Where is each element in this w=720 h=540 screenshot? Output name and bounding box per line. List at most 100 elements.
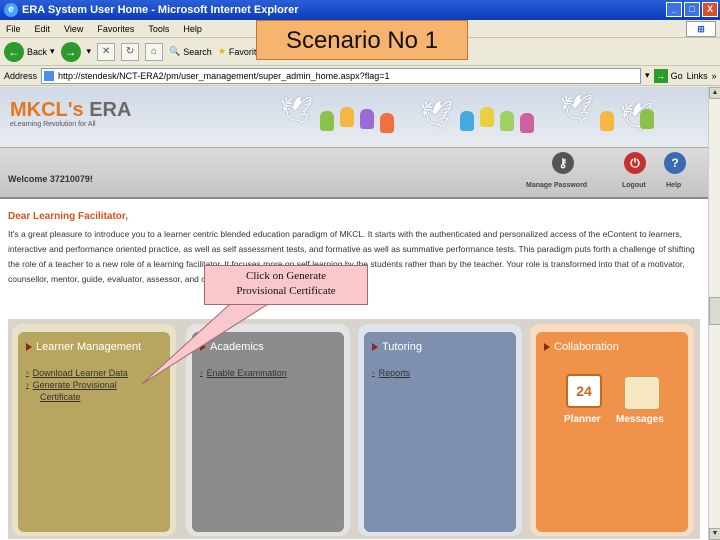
scenario-label: Scenario No 1 xyxy=(256,20,468,60)
chevron-down-icon[interactable]: ▾ xyxy=(50,46,55,57)
hand-graphic xyxy=(640,109,654,129)
minimize-button[interactable]: _ xyxy=(666,2,682,17)
home-icon[interactable]: ⌂ xyxy=(145,42,164,61)
chevron-right-icon: › xyxy=(200,368,203,377)
close-button[interactable]: X xyxy=(702,2,718,17)
generate-link-text: Generate Provisional xyxy=(32,380,117,390)
planner-link[interactable]: Planner xyxy=(564,414,601,425)
address-label: Address xyxy=(4,70,38,81)
windows-flag-icon: ⊞ xyxy=(686,21,716,37)
callout-line1: Click on Generate xyxy=(245,270,327,282)
instruction-callout: Click on Generate Provisional Certificat… xyxy=(204,265,368,305)
menu-tools[interactable]: Tools xyxy=(148,24,169,34)
menu-help[interactable]: Help xyxy=(183,24,202,34)
chevron-down-icon[interactable]: ▾ xyxy=(87,46,92,57)
greeting-heading: Dear Learning Facilitator, xyxy=(8,211,129,222)
hand-graphic xyxy=(460,111,474,131)
search-label: Search xyxy=(183,46,212,57)
tutoring-panel-title: Tutoring xyxy=(372,341,422,353)
scroll-thumb[interactable] xyxy=(709,297,720,325)
back-arrow-icon: ← xyxy=(4,41,24,62)
hand-graphic xyxy=(340,107,354,127)
address-url: http://stendesk/NCT-ERA2/pm/user_managem… xyxy=(58,70,390,81)
hand-graphic xyxy=(500,111,514,131)
reports-link[interactable]: › Reports xyxy=(372,368,410,378)
menu-file[interactable]: File xyxy=(6,24,21,34)
calendar-icon[interactable]: 24 xyxy=(566,374,602,408)
hand-graphic xyxy=(520,113,534,133)
collaboration-panel: Collaboration 24 Planner Messages xyxy=(530,324,694,536)
browser-window: e ERA System User Home - Microsoft Inter… xyxy=(0,0,720,540)
forward-button[interactable]: → xyxy=(60,41,81,62)
arrow-icon xyxy=(26,343,32,351)
help-icon[interactable]: ? xyxy=(664,152,686,174)
welcome-bar: Welcome 37210079! ⚷ Manage Password ⏻ Lo… xyxy=(0,147,708,199)
messages-icon[interactable] xyxy=(624,376,660,410)
enable-examination-link[interactable]: › Enable Examination xyxy=(200,368,287,378)
calendar-day: 24 xyxy=(576,383,592,399)
back-button[interactable]: ← Back ▾ xyxy=(4,41,55,62)
generate-provisional-certificate-link-cont[interactable]: Certificate xyxy=(40,392,81,402)
dove-icon: 🕊 xyxy=(280,95,314,125)
tutoring-panel-body: Tutoring › Reports xyxy=(364,332,516,532)
links-button[interactable]: Links xyxy=(687,71,708,81)
stop-icon[interactable]: ✕ xyxy=(97,42,116,61)
links-chevron-icon[interactable]: » xyxy=(712,71,717,81)
logo-era: ERA xyxy=(89,99,132,121)
menu-edit[interactable]: Edit xyxy=(35,24,51,34)
manage-password-link[interactable]: Manage Password xyxy=(526,182,587,189)
vertical-scrollbar[interactable]: ▲ ▼ xyxy=(708,87,720,540)
address-dropdown-icon[interactable]: ▾ xyxy=(645,70,650,81)
arrow-icon xyxy=(372,343,378,351)
academics-panel-body: Academics › Enable Examination xyxy=(192,332,344,532)
certificate-link-text: Certificate xyxy=(40,392,81,402)
page-icon xyxy=(44,70,55,81)
collaboration-panel-body: Collaboration 24 Planner Messages xyxy=(536,332,688,532)
download-learner-data-link[interactable]: › Download Learner Data xyxy=(26,368,128,378)
window-controls: _ □ X xyxy=(666,2,718,17)
scroll-down-icon[interactable]: ▼ xyxy=(709,528,720,540)
learner-management-panel: Learner Management › Download Learner Da… xyxy=(12,324,176,536)
web-page: MKCL's ERA eLearning Revolution for All … xyxy=(0,87,708,540)
collaboration-title-text: Collaboration xyxy=(554,341,619,353)
learner-panel-title: Learner Management xyxy=(26,341,141,353)
menu-view[interactable]: View xyxy=(64,24,83,34)
key-icon[interactable]: ⚷ xyxy=(552,152,574,174)
maximize-button[interactable]: □ xyxy=(684,2,700,17)
learner-panel-body: Learner Management › Download Learner Da… xyxy=(18,332,170,532)
academics-title-text: Academics xyxy=(210,341,264,353)
go-label: Go xyxy=(670,70,683,81)
hand-graphic xyxy=(320,111,334,131)
back-label: Back xyxy=(27,46,48,57)
address-bar: Address http://stendesk/NCT-ERA2/pm/user… xyxy=(0,66,720,86)
collaboration-panel-title: Collaboration xyxy=(544,341,619,353)
tutoring-panel: Tutoring › Reports xyxy=(358,324,522,536)
generate-provisional-certificate-link[interactable]: › Generate Provisional xyxy=(26,380,117,390)
site-logo: MKCL's ERA xyxy=(10,99,131,122)
scroll-up-icon[interactable]: ▲ xyxy=(709,87,720,99)
logout-link[interactable]: Logout xyxy=(622,182,646,189)
refresh-icon[interactable]: ↻ xyxy=(121,42,140,61)
callout-line2: Provisional Certificate xyxy=(236,285,336,297)
search-button[interactable]: 🔍 Search xyxy=(169,46,212,57)
hand-graphic xyxy=(360,109,374,129)
arrow-icon xyxy=(200,343,206,351)
dove-icon: 🕊 xyxy=(420,99,454,129)
go-button[interactable]: → Go xyxy=(653,68,683,83)
hand-graphic xyxy=(480,107,494,127)
menu-favorites[interactable]: Favorites xyxy=(97,24,134,34)
star-icon: ★ xyxy=(217,46,226,56)
go-arrow-icon: → xyxy=(653,68,668,83)
logo-tagline: eLearning Revolution for All xyxy=(10,121,96,128)
chevron-right-icon: › xyxy=(372,368,375,377)
download-link-text: Download Learner Data xyxy=(32,368,128,378)
address-input[interactable]: http://stendesk/NCT-ERA2/pm/user_managem… xyxy=(41,67,642,84)
messages-link[interactable]: Messages xyxy=(616,414,664,425)
lock-icon[interactable]: ⏻ xyxy=(624,152,646,174)
search-icon: 🔍 xyxy=(169,46,181,56)
ie-logo-icon: e xyxy=(4,3,18,17)
academics-panel-title: Academics xyxy=(200,341,264,353)
help-link[interactable]: Help xyxy=(666,182,681,189)
title-bar: e ERA System User Home - Microsoft Inter… xyxy=(0,0,720,20)
site-banner: MKCL's ERA eLearning Revolution for All … xyxy=(0,87,708,147)
